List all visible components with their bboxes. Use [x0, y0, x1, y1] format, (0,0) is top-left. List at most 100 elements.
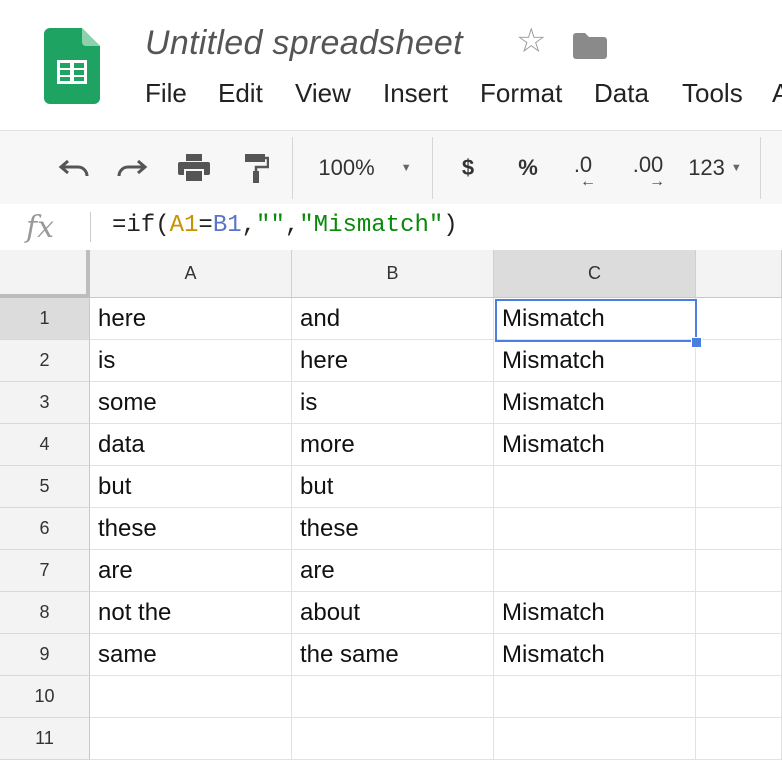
formula-bar: fx =if(A1=B1,"","Mismatch") — [0, 204, 782, 251]
print-button[interactable] — [170, 131, 218, 205]
menu-edit[interactable]: Edit — [218, 78, 263, 109]
cell-d3[interactable] — [696, 382, 782, 424]
cell-c11[interactable] — [494, 718, 696, 760]
currency-format-button[interactable]: $ — [448, 131, 488, 205]
cell-d6[interactable] — [696, 508, 782, 550]
cell-c6[interactable] — [494, 508, 696, 550]
menu-view[interactable]: View — [295, 78, 351, 109]
cell-d4[interactable] — [696, 424, 782, 466]
cell-c4[interactable]: Mismatch — [494, 424, 696, 466]
column-header-a[interactable]: A — [90, 250, 292, 298]
toolbar-divider — [292, 137, 293, 199]
menu-insert[interactable]: Insert — [383, 78, 448, 109]
cell-b4[interactable]: more — [292, 424, 494, 466]
cell-c10[interactable] — [494, 676, 696, 718]
toolbar-divider — [760, 137, 761, 199]
app-header: Untitled spreadsheet ☆ File Edit View In… — [0, 0, 782, 130]
percent-label: % — [518, 155, 538, 180]
row-header-6[interactable]: 6 — [0, 508, 90, 550]
cell-b6[interactable]: these — [292, 508, 494, 550]
row-header-9[interactable]: 9 — [0, 634, 90, 676]
row-header-1[interactable]: 1 — [0, 298, 90, 340]
print-icon — [178, 154, 210, 183]
cell-a1[interactable]: here — [90, 298, 292, 340]
cell-b10[interactable] — [292, 676, 494, 718]
cell-d2[interactable] — [696, 340, 782, 382]
cell-c9[interactable]: Mismatch — [494, 634, 696, 676]
cell-b7[interactable]: are — [292, 550, 494, 592]
row-header-4[interactable]: 4 — [0, 424, 90, 466]
formula-divider — [90, 212, 91, 242]
formula-ref: A1 — [169, 212, 199, 239]
menu-tools[interactable]: Tools — [682, 78, 743, 109]
cell-b1[interactable]: and — [292, 298, 494, 340]
cell-c3[interactable]: Mismatch — [494, 382, 696, 424]
menu-format[interactable]: Format — [480, 78, 562, 109]
cell-b8[interactable]: about — [292, 592, 494, 634]
column-header-d[interactable] — [696, 250, 782, 298]
select-all-corner[interactable] — [0, 250, 90, 298]
cell-c2[interactable]: Mismatch — [494, 340, 696, 382]
cell-a4[interactable]: data — [90, 424, 292, 466]
paint-format-button[interactable] — [232, 131, 280, 205]
row-header-10[interactable]: 10 — [0, 676, 90, 718]
star-icon[interactable]: ☆ — [516, 24, 546, 58]
arrow-right-icon: → — [649, 173, 665, 190]
folder-icon[interactable] — [572, 32, 608, 60]
cell-b9[interactable]: the same — [292, 634, 494, 676]
cell-a8[interactable]: not the — [90, 592, 292, 634]
cell-a9[interactable]: same — [90, 634, 292, 676]
row-header-11[interactable]: 11 — [0, 718, 90, 760]
cell-b5[interactable]: but — [292, 466, 494, 508]
percent-format-button[interactable]: % — [508, 131, 548, 205]
column-header-b[interactable]: B — [292, 250, 494, 298]
formula-text: = — [198, 212, 213, 239]
active-cell-selection — [495, 299, 697, 342]
cell-d1[interactable] — [696, 298, 782, 340]
document-title[interactable]: Untitled spreadsheet — [145, 24, 463, 63]
formula-string: "Mismatch" — [299, 212, 444, 239]
cell-d10[interactable] — [696, 676, 782, 718]
formula-input[interactable]: =if(A1=B1,"","Mismatch") — [112, 212, 458, 239]
fill-handle[interactable] — [691, 337, 702, 348]
cell-c8[interactable]: Mismatch — [494, 592, 696, 634]
row-header-3[interactable]: 3 — [0, 382, 90, 424]
cell-d8[interactable] — [696, 592, 782, 634]
menu-file[interactable]: File — [145, 78, 187, 109]
cell-d11[interactable] — [696, 718, 782, 760]
column-header-c[interactable]: C — [494, 250, 696, 298]
arrow-left-icon: ← — [580, 173, 596, 190]
cell-d9[interactable] — [696, 634, 782, 676]
toolbar-divider — [432, 137, 433, 199]
increase-decimal-button[interactable]: .00 → — [620, 131, 676, 205]
cell-c5[interactable] — [494, 466, 696, 508]
cell-a5[interactable]: but — [90, 466, 292, 508]
decrease-decimal-button[interactable]: .0 ← — [558, 131, 608, 205]
cell-a6[interactable]: these — [90, 508, 292, 550]
more-formats-button[interactable]: 123 ▼ — [680, 131, 750, 205]
row-header-8[interactable]: 8 — [0, 592, 90, 634]
cell-b2[interactable]: here — [292, 340, 494, 382]
undo-icon — [58, 159, 89, 177]
zoom-select[interactable]: 100% ▼ — [306, 131, 424, 205]
cell-c7[interactable] — [494, 550, 696, 592]
more-formats-label: 123 — [688, 155, 725, 180]
cell-b11[interactable] — [292, 718, 494, 760]
undo-button[interactable] — [50, 131, 98, 205]
zoom-value: 100% — [318, 155, 375, 180]
cell-a3[interactable]: some — [90, 382, 292, 424]
cell-a2[interactable]: is — [90, 340, 292, 382]
menu-data[interactable]: Data — [594, 78, 649, 109]
row-header-7[interactable]: 7 — [0, 550, 90, 592]
menu-addons[interactable]: A — [772, 78, 782, 109]
redo-button[interactable] — [108, 131, 156, 205]
paint-roller-icon — [245, 154, 269, 183]
row-header-5[interactable]: 5 — [0, 466, 90, 508]
cell-a7[interactable]: are — [90, 550, 292, 592]
cell-b3[interactable]: is — [292, 382, 494, 424]
cell-d5[interactable] — [696, 466, 782, 508]
cell-a11[interactable] — [90, 718, 292, 760]
cell-a10[interactable] — [90, 676, 292, 718]
cell-d7[interactable] — [696, 550, 782, 592]
row-header-2[interactable]: 2 — [0, 340, 90, 382]
